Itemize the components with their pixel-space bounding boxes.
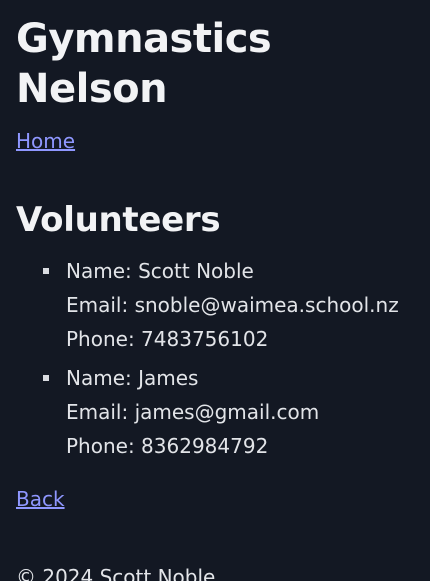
nav-bar: Home bbox=[16, 126, 414, 156]
volunteer-name: Name: James bbox=[66, 366, 199, 390]
list-item: Name: Scott Noble Email: snoble@waimea.s… bbox=[43, 254, 414, 356]
bullet-icon bbox=[43, 375, 49, 381]
volunteer-list: Name: Scott Noble Email: snoble@waimea.s… bbox=[16, 254, 414, 463]
home-link[interactable]: Home bbox=[16, 129, 75, 153]
back-container: Back bbox=[16, 484, 414, 518]
volunteer-phone: Phone: 8362984792 bbox=[66, 434, 269, 458]
volunteer-email: Email: snoble@waimea.school.nz bbox=[66, 293, 399, 317]
back-link[interactable]: Back bbox=[16, 487, 65, 511]
volunteer-email: Email: james@gmail.com bbox=[66, 400, 320, 424]
page: Gymnastics Nelson Home Volunteers Name: … bbox=[0, 0, 430, 581]
page-title: Volunteers bbox=[16, 200, 221, 240]
footer: © 2024 Scott Noble bbox=[16, 565, 216, 581]
site-title: Gymnastics Nelson bbox=[16, 16, 272, 112]
list-item: Name: James Email: james@gmail.com Phone… bbox=[43, 361, 414, 463]
volunteer-name: Name: Scott Noble bbox=[66, 259, 254, 283]
bullet-icon bbox=[43, 268, 49, 274]
volunteer-phone: Phone: 7483756102 bbox=[66, 327, 269, 351]
